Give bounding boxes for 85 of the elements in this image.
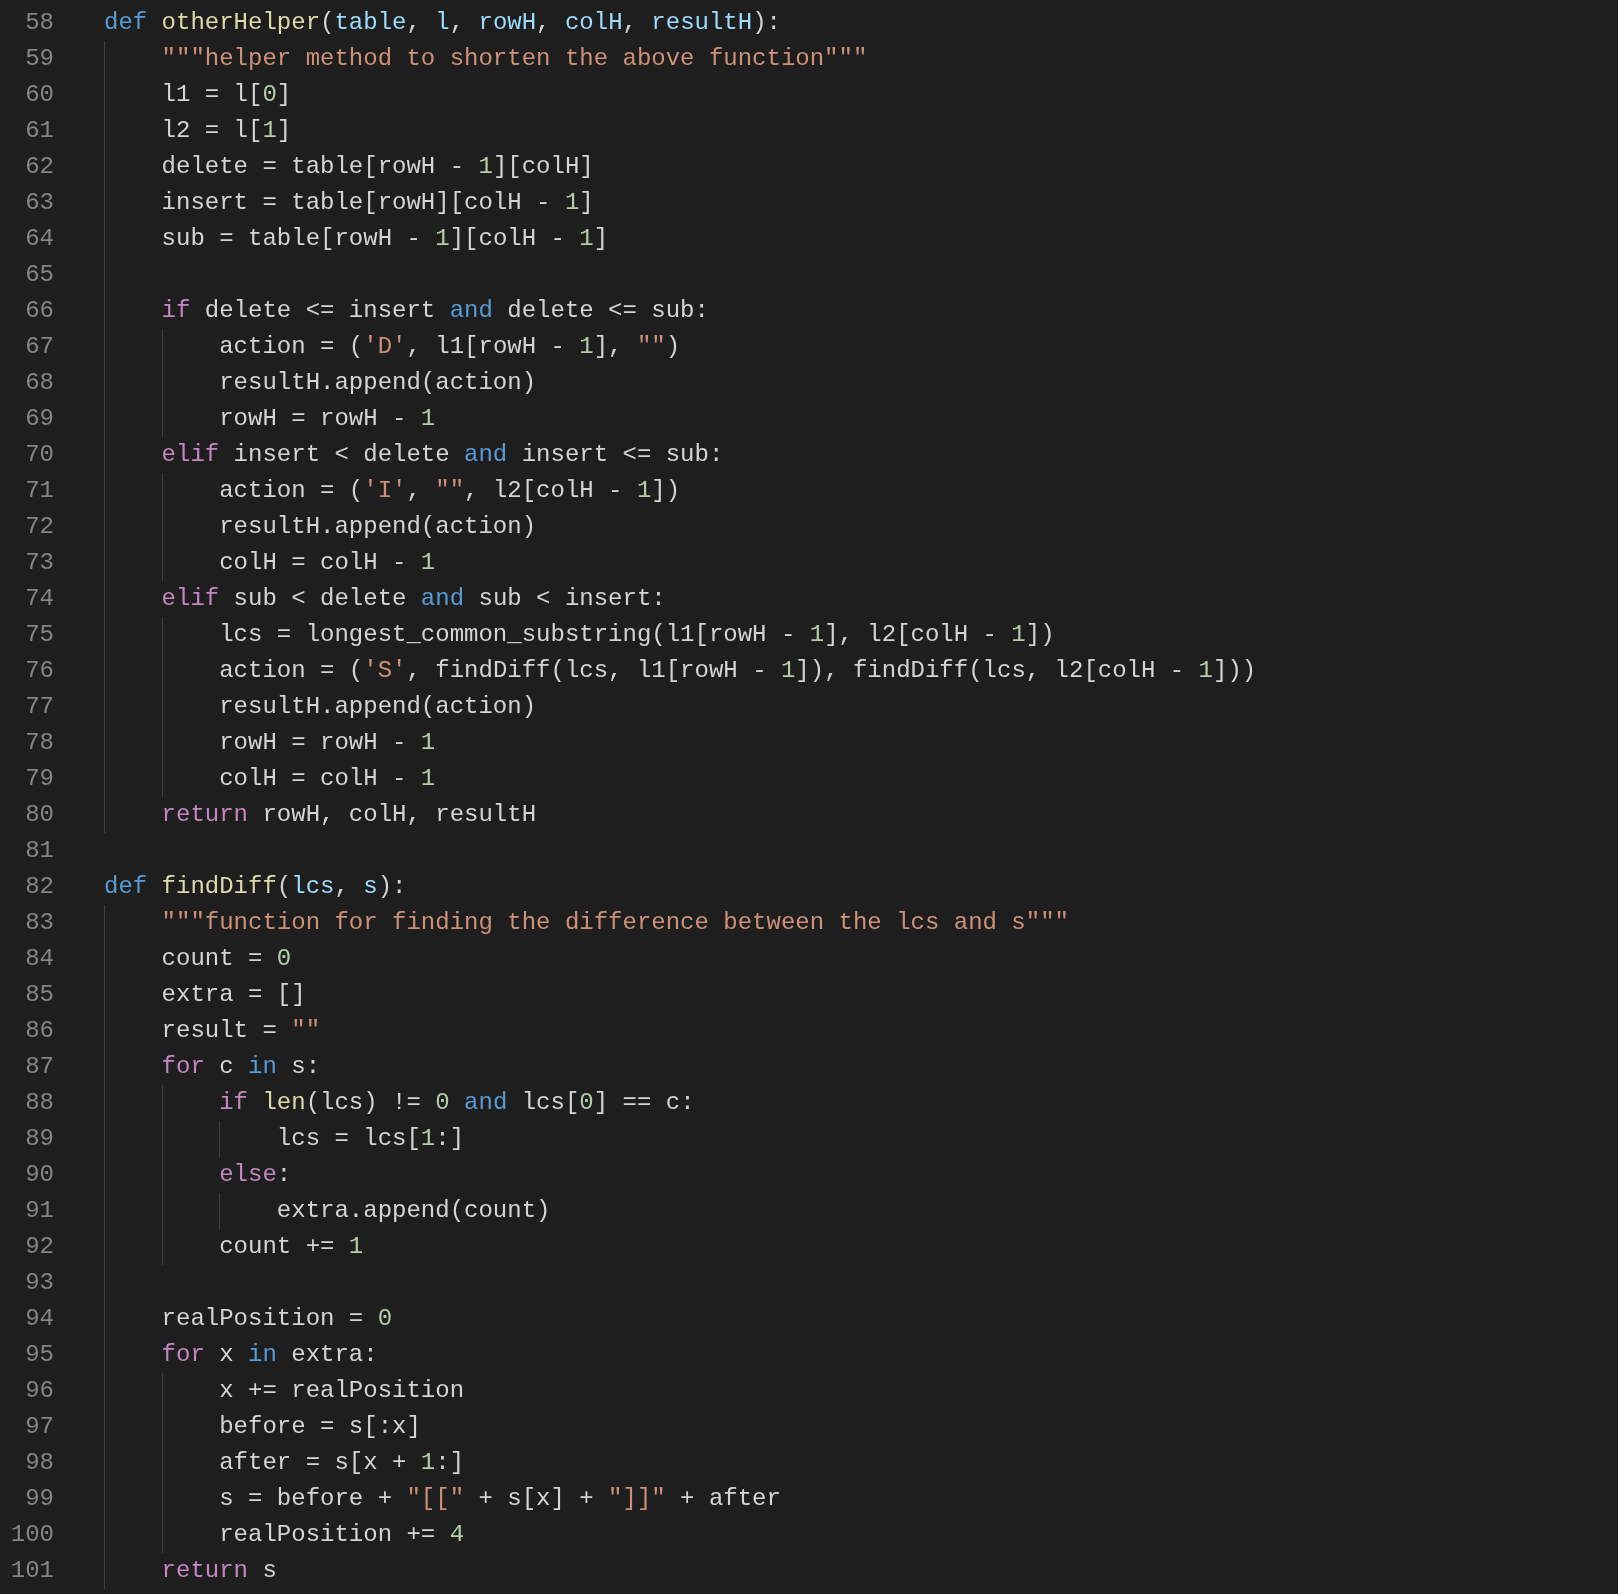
- line-number: 62: [24, 152, 54, 182]
- code-line: count += 1: [219, 1232, 364, 1262]
- line-number: 76: [24, 656, 54, 686]
- code-line: delete = table[rowH - 1][colH]: [161, 152, 594, 182]
- line-number: 68: [24, 368, 54, 398]
- line-number: 61: [24, 116, 54, 146]
- code-line: realPosition = 0: [161, 1304, 393, 1334]
- line-number: 66: [24, 296, 54, 326]
- code-line: """function for finding the difference between the lcs and s""": [161, 908, 1069, 938]
- code-line: extra.append(count): [276, 1196, 551, 1226]
- line-number: 80: [24, 800, 54, 830]
- line-number: 63: [24, 188, 54, 218]
- line-number: 70: [24, 440, 54, 470]
- code-line: result = "": [161, 1016, 321, 1046]
- line-number: 93: [24, 1268, 54, 1298]
- code-line: elif insert < delete and insert <= sub:: [161, 440, 724, 470]
- line-number: 96: [24, 1376, 54, 1406]
- code-line: action = ('D', l1[rowH - 1], ""): [219, 332, 681, 362]
- line-number: 95: [24, 1340, 54, 1370]
- code-line: def findDiff(lcs, s):: [104, 872, 407, 902]
- code-line: l1 = l[0]: [161, 80, 292, 110]
- code-line: before = s[:x]: [219, 1412, 421, 1442]
- code-line: return s: [161, 1556, 277, 1586]
- line-number: 90: [24, 1160, 54, 1190]
- line-number: 92: [24, 1232, 54, 1262]
- code-line: for c in s:: [161, 1052, 321, 1082]
- line-number: 75: [24, 620, 54, 650]
- code-line: count = 0: [161, 944, 292, 974]
- line-number: 91: [24, 1196, 54, 1226]
- line-number: 67: [24, 332, 54, 362]
- line-number: 65: [24, 260, 54, 290]
- line-number: 64: [24, 224, 54, 254]
- code-line: after = s[x + 1:]: [219, 1448, 465, 1478]
- code-line: action = ('I', "", l2[colH - 1]): [219, 476, 681, 506]
- line-number: 74: [24, 584, 54, 614]
- line-number: 81: [24, 836, 54, 866]
- code-line: resultH.append(action): [219, 512, 537, 542]
- code-line: extra = []: [161, 980, 306, 1010]
- line-number: 100: [9, 1520, 54, 1550]
- code-line: lcs = longest_common_substring(l1[rowH - 1], l2[colH - 1]): [219, 620, 1055, 650]
- code-line: resultH.append(action): [219, 692, 537, 722]
- line-number: 84: [24, 944, 54, 974]
- line-number: 73: [24, 548, 54, 578]
- line-number: 101: [9, 1556, 54, 1586]
- code-line: sub = table[rowH - 1][colH - 1]: [161, 224, 609, 254]
- line-number: 87: [24, 1052, 54, 1082]
- line-number: 83: [24, 908, 54, 938]
- line-number: 69: [24, 404, 54, 434]
- code-line: colH = colH - 1: [219, 548, 436, 578]
- line-number: 98: [24, 1448, 54, 1478]
- line-number: 79: [24, 764, 54, 794]
- code-line: """helper method to shorten the above function""": [161, 44, 868, 74]
- code-line: return rowH, colH, resultH: [161, 800, 537, 830]
- line-number: 97: [24, 1412, 54, 1442]
- line-number: 86: [24, 1016, 54, 1046]
- line-number: 85: [24, 980, 54, 1010]
- code-line: insert = table[rowH][colH - 1]: [161, 188, 594, 218]
- line-number: 89: [24, 1124, 54, 1154]
- code-line: def otherHelper(table, l, rowH, colH, resultH):: [104, 8, 781, 38]
- code-line: if len(lcs) != 0 and lcs[0] == c:: [219, 1088, 695, 1118]
- code-line: realPosition += 4: [219, 1520, 465, 1550]
- line-number: 72: [24, 512, 54, 542]
- line-number: 59: [24, 44, 54, 74]
- line-number: 82: [24, 872, 54, 902]
- code-line: s = before + "[[" + s[x] + "]]" + after: [219, 1484, 781, 1514]
- line-number: 60: [24, 80, 54, 110]
- line-number: 77: [24, 692, 54, 722]
- code-line: l2 = l[1]: [161, 116, 292, 146]
- code-line: for x in extra:: [161, 1340, 378, 1370]
- code-line: elif sub < delete and sub < insert:: [161, 584, 666, 614]
- line-number: 78: [24, 728, 54, 758]
- code-line: else:: [219, 1160, 292, 1190]
- line-number: 58: [24, 8, 54, 38]
- line-number: 88: [24, 1088, 54, 1118]
- line-number: 99: [24, 1484, 54, 1514]
- code-line: colH = colH - 1: [219, 764, 436, 794]
- code-line: rowH = rowH - 1: [219, 728, 436, 758]
- line-number: 71: [24, 476, 54, 506]
- code-line: rowH = rowH - 1: [219, 404, 436, 434]
- code-line: if delete <= insert and delete <= sub:: [161, 296, 709, 326]
- line-number: 94: [24, 1304, 54, 1334]
- code-line: x += realPosition: [219, 1376, 465, 1406]
- code-line: action = ('S', findDiff(lcs, l1[rowH - 1]), findDiff(lcs, l2[colH - 1])): [219, 656, 1257, 686]
- code-line: resultH.append(action): [219, 368, 537, 398]
- code-line: lcs = lcs[1:]: [276, 1124, 465, 1154]
